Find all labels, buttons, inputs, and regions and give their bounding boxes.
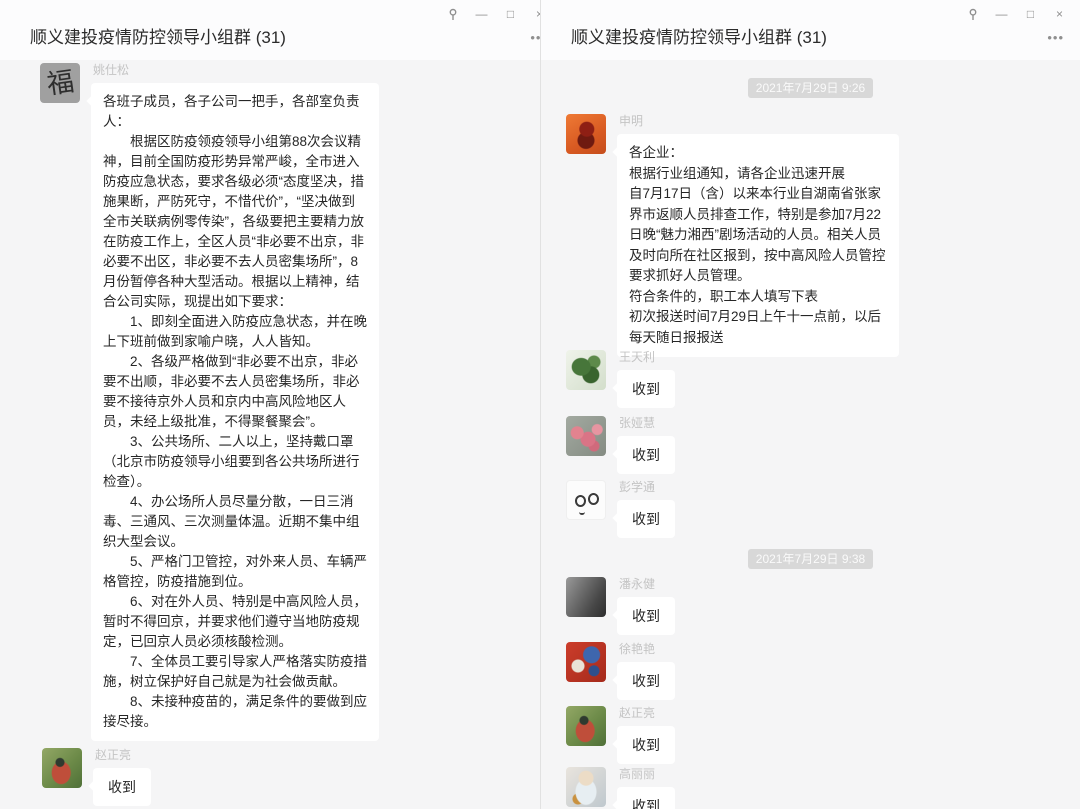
sender-name: 高丽丽 <box>619 767 655 781</box>
avatar[interactable]: 福 <box>40 63 80 103</box>
close-button[interactable]: × <box>525 7 540 22</box>
more-menu-button[interactable]: ••• <box>1047 31 1064 45</box>
message-list-left[interactable]: 福 姚仕松 各班子成员，各子公司一把手，各部室负责人： 根据区防疫领疫领导小组第… <box>0 60 540 809</box>
avatar-face-decoration <box>588 493 599 505</box>
avatar-calligraphy: 福 <box>45 68 75 98</box>
pin-icon[interactable] <box>958 7 987 22</box>
message: 申明 各企业： 根据行业组通知，请各企业迅速开展 自7月17日（含）以来本行业自… <box>566 114 899 357</box>
avatar[interactable] <box>566 350 606 390</box>
message-bubble[interactable]: 收到 <box>617 787 675 809</box>
timestamp: 2021年7月29日 9:26 <box>748 78 873 98</box>
message-bubble[interactable]: 收到 <box>93 768 151 806</box>
close-button[interactable]: × <box>1045 7 1074 22</box>
message-bubble[interactable]: 各企业： 根据行业组通知，请各企业迅速开展 自7月17日（含）以来本行业自湖南省… <box>617 134 899 357</box>
timestamp-row: 2021年7月29日 9:26 <box>541 78 1080 98</box>
sender-name: 徐艳艳 <box>619 642 655 656</box>
avatar-face-decoration <box>575 495 586 507</box>
sender-name: 赵正亮 <box>95 748 131 762</box>
avatar[interactable] <box>566 642 606 682</box>
message: 徐艳艳 收到 <box>566 642 675 700</box>
message: 赵正亮 收到 <box>566 706 675 764</box>
sender-name: 潘永健 <box>619 577 655 591</box>
message-bubble[interactable]: 各班子成员，各子公司一把手，各部室负责人： 根据区防疫领疫领导小组第88次会议精… <box>91 83 379 741</box>
message: 潘永健 收到 <box>566 577 675 635</box>
window-controls: — □ × <box>958 7 1074 22</box>
message-bubble[interactable]: 收到 <box>617 500 675 538</box>
chat-title: 顺义建投疫情防控领导小组群 (31) <box>571 23 827 48</box>
chat-title: 顺义建投疫情防控领导小组群 (31) <box>30 23 286 48</box>
avatar[interactable] <box>566 114 606 154</box>
screenshot-stage: 顺义建投疫情防控领导小组群 (31) — □ × ••• 福 姚仕松 各班子成员… <box>0 0 1080 809</box>
sender-name: 王天利 <box>619 350 655 364</box>
minimize-button[interactable]: — <box>987 7 1016 22</box>
minimize-button[interactable]: — <box>467 7 496 22</box>
avatar[interactable] <box>566 706 606 746</box>
chat-window-right: 顺义建投疫情防控领导小组群 (31) — □ × ••• 2021年7月29日 … <box>540 0 1080 809</box>
sender-name: 姚仕松 <box>93 63 129 77</box>
avatar[interactable] <box>566 577 606 617</box>
sender-name: 张娅慧 <box>619 416 655 430</box>
message-list-right[interactable]: 2021年7月29日 9:26 申明 各企业： 根据行业组通知，请各企业迅速开展… <box>541 60 1080 809</box>
message-bubble[interactable]: 收到 <box>617 436 675 474</box>
message: 张娅慧 收到 <box>566 416 675 474</box>
avatar[interactable] <box>566 767 606 807</box>
message: 福 姚仕松 各班子成员，各子公司一把手，各部室负责人： 根据区防疫领疫领导小组第… <box>40 63 379 741</box>
message-bubble[interactable]: 收到 <box>617 726 675 764</box>
avatar[interactable] <box>42 748 82 788</box>
titlebar-right: 顺义建投疫情防控领导小组群 (31) — □ × ••• <box>541 0 1080 61</box>
avatar[interactable] <box>566 480 606 520</box>
chat-window-left: 顺义建投疫情防控领导小组群 (31) — □ × ••• 福 姚仕松 各班子成员… <box>0 0 540 809</box>
message: 赵正亮 收到 <box>42 748 151 806</box>
message-bubble[interactable]: 收到 <box>617 370 675 408</box>
timestamp-row: 2021年7月29日 9:38 <box>541 549 1080 569</box>
maximize-button[interactable]: □ <box>496 7 525 22</box>
message-bubble[interactable]: 收到 <box>617 597 675 635</box>
message: 高丽丽 收到 <box>566 767 675 809</box>
titlebar-left: 顺义建投疫情防控领导小组群 (31) — □ × ••• <box>0 0 540 61</box>
sender-name: 申明 <box>619 114 643 128</box>
more-menu-button[interactable]: ••• <box>530 31 540 45</box>
avatar[interactable] <box>566 416 606 456</box>
message-bubble[interactable]: 收到 <box>617 662 675 700</box>
sender-name: 彭学通 <box>619 480 655 494</box>
timestamp: 2021年7月29日 9:38 <box>748 549 873 569</box>
message: 彭学通 收到 <box>566 480 675 538</box>
sender-name: 赵正亮 <box>619 706 655 720</box>
pin-icon[interactable] <box>438 7 467 22</box>
message: 王天利 收到 <box>566 350 675 408</box>
avatar-face-decoration <box>579 509 585 515</box>
window-controls: — □ × <box>438 7 540 22</box>
maximize-button[interactable]: □ <box>1016 7 1045 22</box>
